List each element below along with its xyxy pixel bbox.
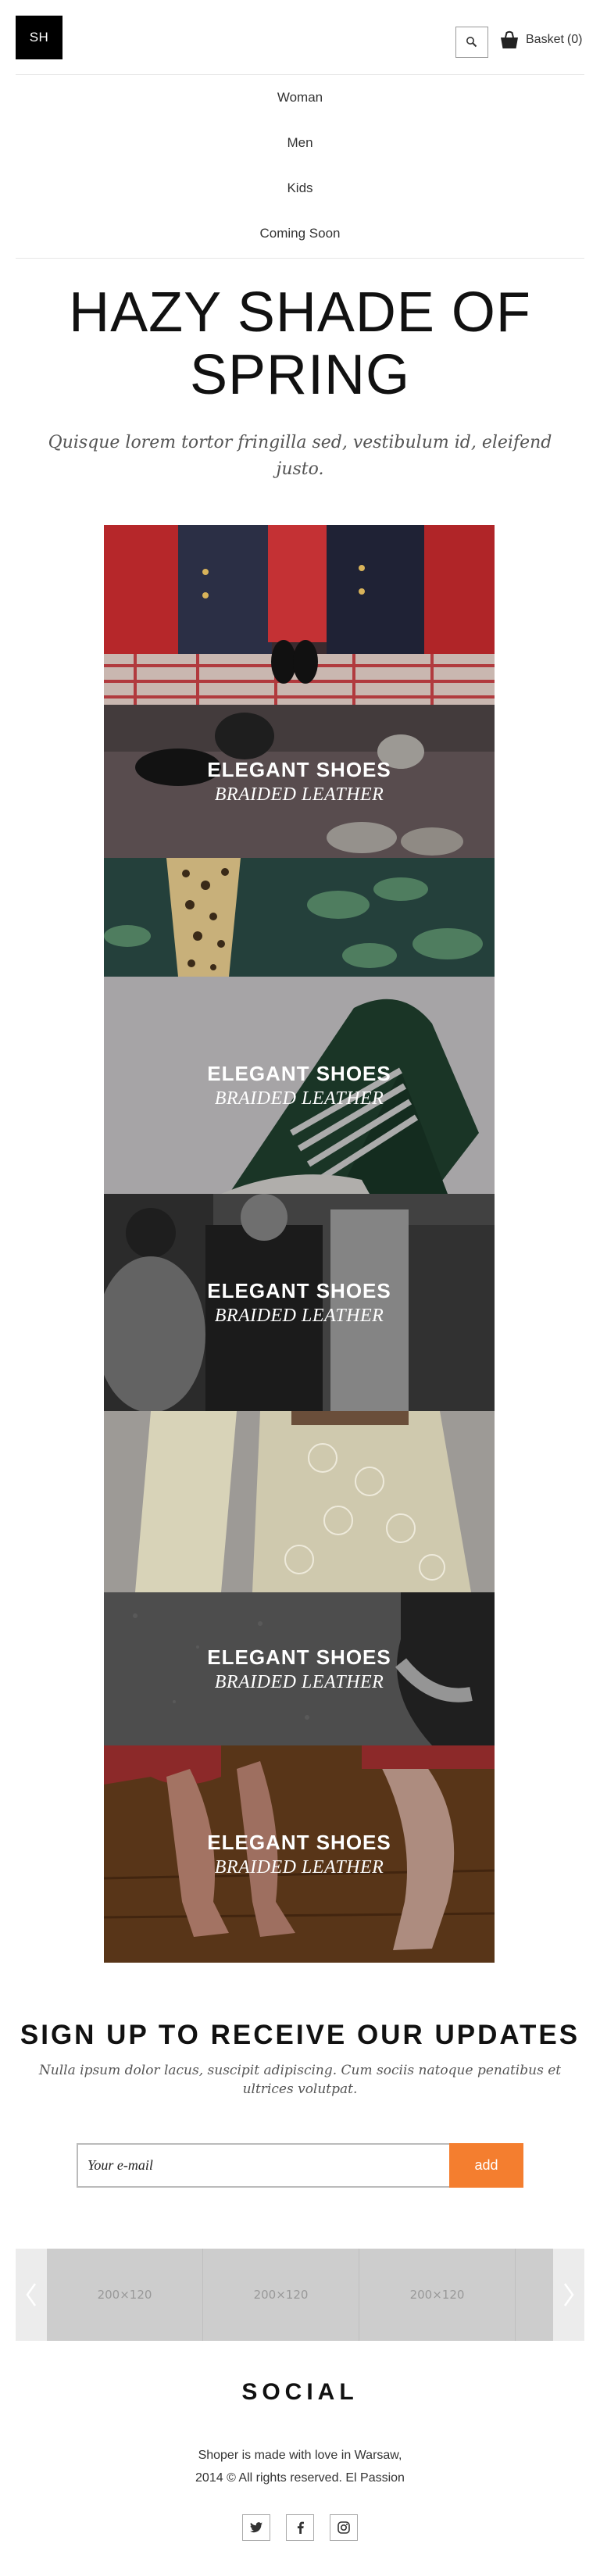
leopard-print-image xyxy=(104,858,495,977)
page: SH Basket (0) Woman Men Kids Coming Soon… xyxy=(0,0,600,2576)
tile-elegant-shoes-4[interactable]: ELEGANT SHOES BRAIDED LEATHER xyxy=(104,1592,495,1745)
tile-elegant-shoes-3[interactable]: ELEGANT SHOES BRAIDED LEATHER xyxy=(104,1194,495,1411)
signup-form: add xyxy=(77,2143,523,2188)
carousel-prev-button[interactable] xyxy=(16,2249,47,2341)
carousel-slide[interactable]: 200×120 xyxy=(359,2249,516,2341)
clothing-rack-image xyxy=(104,525,495,705)
footer-line-2: 2014 © All rights reserved. El Passion xyxy=(195,2471,405,2485)
facebook-icon xyxy=(297,2521,304,2534)
tile-title: ELEGANT SHOES xyxy=(207,1279,391,1302)
tile-subtitle: BRAIDED LEATHER xyxy=(214,1672,384,1692)
product-tiles: ELEGANT SHOES BRAIDED LEATHER ELEGANT SH… xyxy=(104,525,495,1963)
twitter-link[interactable] xyxy=(242,2514,270,2541)
tile-title: ELEGANT SHOES xyxy=(207,1062,391,1085)
carousel-track: 200×120 200×120 200×120 200×120 xyxy=(47,2249,584,2341)
tile-elegant-shoes-2[interactable]: ELEGANT SHOES BRAIDED LEATHER xyxy=(104,977,495,1194)
twitter-icon xyxy=(250,2522,262,2533)
nav-item-woman[interactable]: Woman xyxy=(16,75,584,120)
lace-cardigan-image xyxy=(104,1411,495,1592)
carousel: 200×120 200×120 200×120 200×120 xyxy=(16,2249,584,2341)
instagram-link[interactable] xyxy=(330,2514,358,2541)
tile-elegant-shoes-5[interactable]: ELEGANT SHOES BRAIDED LEATHER xyxy=(104,1745,495,1963)
facebook-link[interactable] xyxy=(286,2514,314,2541)
tile-title: ELEGANT SHOES xyxy=(207,1645,391,1669)
tile-title: ELEGANT SHOES xyxy=(207,1831,391,1854)
basket-link[interactable]: Basket (0) xyxy=(499,28,582,52)
tile-elegant-shoes-1[interactable]: ELEGANT SHOES BRAIDED LEATHER xyxy=(104,705,495,858)
basket-icon xyxy=(501,30,518,48)
tile-subtitle: BRAIDED LEATHER xyxy=(214,1857,384,1878)
tile-subtitle: BRAIDED LEATHER xyxy=(214,1088,384,1109)
main-nav: Woman Men Kids Coming Soon xyxy=(16,75,584,256)
chevron-right-icon xyxy=(563,2283,574,2306)
search-icon xyxy=(466,37,477,48)
tile-caption: ELEGANT SHOES BRAIDED LEATHER xyxy=(104,1644,495,1694)
tile-clothing-rack[interactable] xyxy=(104,525,495,705)
signup-subtitle: Nulla ipsum dolor lacus, suscipit adipis… xyxy=(38,2063,562,2097)
carousel-slide[interactable]: 200×120 xyxy=(47,2249,203,2341)
tile-leopard-print[interactable] xyxy=(104,858,495,977)
nav-item-kids[interactable]: Kids xyxy=(16,166,584,211)
social-icons xyxy=(242,2514,358,2541)
hero-title: HAZY SHADE OF SPRING xyxy=(69,281,531,406)
instagram-icon xyxy=(338,2521,350,2534)
tile-caption: ELEGANT SHOES BRAIDED LEATHER xyxy=(104,1060,495,1110)
tile-caption: ELEGANT SHOES BRAIDED LEATHER xyxy=(104,1829,495,1879)
search-button[interactable] xyxy=(455,27,488,58)
basket-label: Basket xyxy=(526,33,564,46)
nav-divider xyxy=(16,258,584,259)
add-button[interactable]: add xyxy=(449,2143,523,2188)
basket-count: (0) xyxy=(566,33,583,46)
carousel-slide[interactable]: 200×120 xyxy=(203,2249,359,2341)
carousel-next-button[interactable] xyxy=(553,2249,584,2341)
tile-subtitle: BRAIDED LEATHER xyxy=(214,1306,384,1326)
footer-text: Shoper is made with love in Warsaw, 2014… xyxy=(16,2444,584,2489)
email-field[interactable] xyxy=(77,2143,449,2188)
social-title: SOCIAL xyxy=(241,2379,359,2405)
footer-line-1: Shoper is made with love in Warsaw, xyxy=(198,2449,402,2462)
header: SH Basket (0) xyxy=(16,16,584,59)
signup-title: SIGN UP TO RECEIVE OUR UPDATES xyxy=(20,2020,580,2050)
nav-item-men[interactable]: Men xyxy=(16,120,584,166)
logo[interactable]: SH xyxy=(16,16,62,59)
nav-item-coming-soon[interactable]: Coming Soon xyxy=(16,211,584,256)
tile-title: ELEGANT SHOES xyxy=(207,758,391,781)
tile-subtitle: BRAIDED LEATHER xyxy=(214,784,384,805)
tile-lace-cardigan[interactable] xyxy=(104,1411,495,1592)
tile-caption: ELEGANT SHOES BRAIDED LEATHER xyxy=(104,1277,495,1327)
hero-subtitle: Quisque lorem tortor fringilla sed, vest… xyxy=(48,433,552,479)
chevron-left-icon xyxy=(26,2283,37,2306)
tile-caption: ELEGANT SHOES BRAIDED LEATHER xyxy=(104,756,495,806)
